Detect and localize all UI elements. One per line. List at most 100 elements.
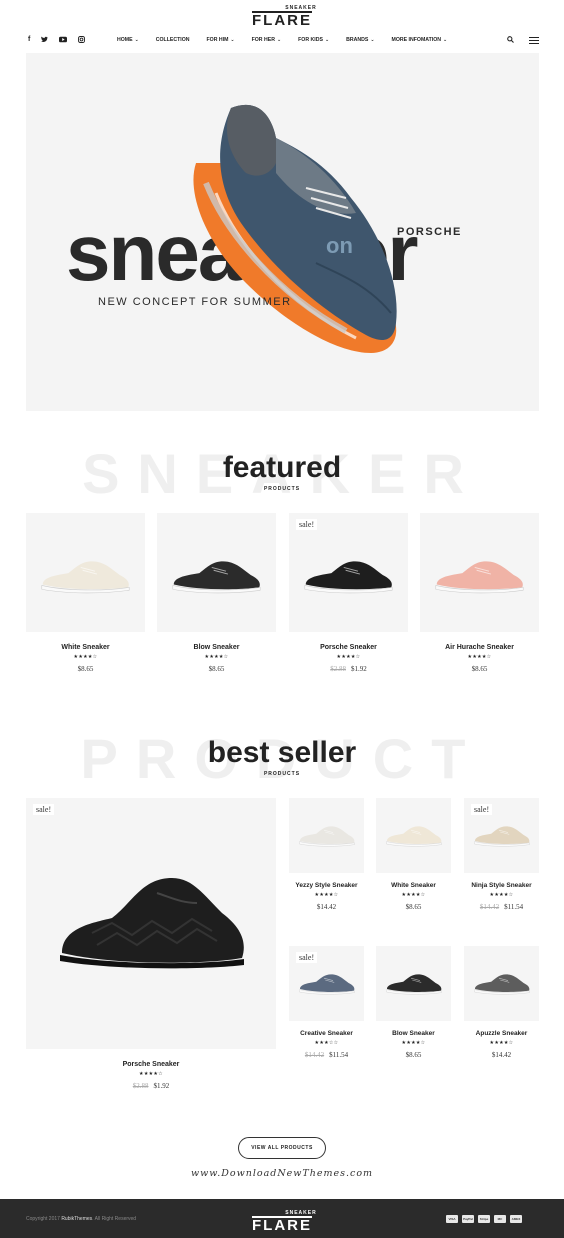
current-price: $11.54 xyxy=(329,1051,349,1059)
sneaker-image xyxy=(435,561,524,594)
featured-title: featured xyxy=(222,451,342,484)
chevron-down-icon: ⌄ xyxy=(443,37,448,43)
view-all-products-button[interactable]: VIEW ALL PRODUCTS xyxy=(238,1137,326,1159)
site-logo[interactable]: SNEAKER FLARE xyxy=(0,6,564,30)
product-image[interactable] xyxy=(289,798,364,873)
product-image[interactable] xyxy=(420,513,539,632)
product-name[interactable]: Ninja Style Sneaker xyxy=(464,882,539,889)
product-price: $2.88 $1.92 xyxy=(289,665,408,673)
primary-menu: HOME ⌄ COLLECTION FOR HIM ⌄ FOR HER ⌄ FOR K… xyxy=(117,37,464,43)
product-name[interactable]: Porsche Sneaker xyxy=(289,644,408,651)
product-name[interactable]: Blow Sneaker xyxy=(376,1030,451,1037)
facebook-icon[interactable]: f xyxy=(28,36,30,45)
sale-badge: sale! xyxy=(33,804,55,815)
product-price: $8.65 xyxy=(420,665,539,673)
menu-item-for-her[interactable]: FOR HER ⌄ xyxy=(252,37,282,43)
rating-stars: ★★★★☆ xyxy=(401,892,426,898)
product-price: $14.42 xyxy=(464,1051,539,1059)
sneaker-image xyxy=(386,974,442,995)
product-image[interactable] xyxy=(376,946,451,1021)
product-card[interactable]: White Sneaker ★★★★☆ $8.65 xyxy=(26,513,145,673)
rating-stars: ★★★★☆ xyxy=(204,654,229,660)
product-name[interactable]: White Sneaker xyxy=(26,644,145,651)
watermark-text: www.DownloadNewThemes.com xyxy=(190,1168,374,1179)
rating-stars: ★★★★☆ xyxy=(73,654,98,660)
product-image[interactable]: sale! xyxy=(464,798,539,873)
product-card[interactable]: White Sneaker ★★★★☆ $8.65 xyxy=(376,798,451,911)
rating-stars: ★★★★☆ xyxy=(336,654,361,660)
product-image[interactable] xyxy=(26,513,145,632)
product-image[interactable] xyxy=(376,798,451,873)
chevron-down-icon: ⌄ xyxy=(276,37,282,43)
search-icon[interactable] xyxy=(507,36,514,43)
chevron-down-icon: ⌄ xyxy=(370,37,375,43)
menu-item-more-information[interactable]: MORE INFOMATION ⌄ xyxy=(392,37,448,43)
sneaker-image xyxy=(304,561,393,594)
svg-text:on: on xyxy=(326,233,353,258)
product-image[interactable]: sale! xyxy=(289,513,408,632)
amex-icon: AMEX xyxy=(510,1215,522,1223)
hero-subtitle: NEW CONCEPT FOR SUMMER xyxy=(98,296,292,308)
product-image[interactable] xyxy=(157,513,276,632)
product-name[interactable]: Creative Sneaker xyxy=(289,1030,364,1037)
product-card[interactable]: Air Hurache Sneaker ★★★★☆ $8.65 xyxy=(420,513,539,673)
menu-item-for-kids[interactable]: FOR KIDS ⌄ xyxy=(298,37,329,43)
product-card[interactable]: Blow Sneaker ★★★★☆ $8.65 xyxy=(376,946,451,1059)
hero-sneaker-image: on xyxy=(193,104,397,353)
menu-item-for-him[interactable]: FOR HIM ⌄ xyxy=(206,37,234,43)
product-card[interactable]: sale! Ninja Style Sneaker ★★★★☆ $14.42 $11.5… xyxy=(464,798,539,911)
product-name[interactable]: Yezzy Style Sneaker xyxy=(289,882,364,889)
menu-item-home[interactable]: HOME ⌄ xyxy=(117,37,139,43)
menu-item-brands[interactable]: BRANDS ⌄ xyxy=(346,37,374,43)
sneaker-image xyxy=(474,974,530,995)
payment-icons: VISA PayPal Stripe MC AMEX xyxy=(446,1215,522,1223)
sneaker-image xyxy=(299,974,355,995)
rating-stars: ★★★★☆ xyxy=(489,892,514,898)
hero-brand-label: PORSCHE xyxy=(397,226,462,238)
current-price: $1.92 xyxy=(153,1082,170,1090)
site-footer: Copyright 2017 RubikThemes. All Right Re… xyxy=(0,1199,564,1238)
product-name[interactable]: White Sneaker xyxy=(376,882,451,889)
current-price: $11.54 xyxy=(504,903,524,911)
product-name[interactable]: Air Hurache Sneaker xyxy=(420,644,539,651)
product-name[interactable]: Porsche Sneaker xyxy=(26,1061,276,1068)
current-price: $14.42 xyxy=(491,1051,512,1059)
current-price: $14.42 xyxy=(316,903,337,911)
product-name[interactable]: Apuzzle Sneaker xyxy=(464,1030,539,1037)
product-card[interactable]: sale! Porsche Sneaker ★★★★☆ $2.88 $1.92 xyxy=(289,513,408,673)
product-image[interactable]: sale! xyxy=(289,946,364,1021)
rating-stars: ★★★★☆ xyxy=(314,892,339,898)
sneaker-image xyxy=(41,561,130,594)
product-card[interactable]: Apuzzle Sneaker ★★★★☆ $14.42 xyxy=(464,946,539,1059)
old-price: $2.88 xyxy=(330,665,346,673)
main-nav: f HOME ⌄ COLLECTION FOR HIM ⌄ FOR HER ⌄ FOR… xyxy=(0,33,564,47)
product-card[interactable]: Blow Sneaker ★★★★☆ $8.65 xyxy=(157,513,276,673)
paypal-icon: PayPal xyxy=(462,1215,474,1223)
product-price: $8.65 xyxy=(376,1051,451,1059)
twitter-icon[interactable] xyxy=(41,36,49,45)
product-price: $14.42 $11.54 xyxy=(289,1051,364,1059)
product-price: $8.65 xyxy=(376,903,451,911)
product-card-featured-large[interactable]: sale! Porsche Sneaker ★★★★☆ $2.88 $1.92 xyxy=(26,798,276,1090)
sneaker-image xyxy=(386,826,442,847)
chevron-down-icon: ⌄ xyxy=(230,37,235,43)
stripe-icon: Stripe xyxy=(478,1215,490,1223)
menu-icon[interactable] xyxy=(529,37,539,44)
product-card[interactable]: Yezzy Style Sneaker ★★★★☆ $14.42 xyxy=(289,798,364,911)
rating-stars: ★★★☆☆ xyxy=(314,1040,339,1046)
product-name[interactable]: Blow Sneaker xyxy=(157,644,276,651)
product-card[interactable]: sale! Creative Sneaker ★★★☆☆ $14.42 $11.54 xyxy=(289,946,364,1059)
old-price: $14.42 xyxy=(304,1051,325,1059)
hero-banner[interactable]: sneaker on PORSCHE NEW CONCEPT FOR SUMME… xyxy=(26,53,539,411)
rating-stars: ★★★★☆ xyxy=(401,1040,426,1046)
product-image[interactable] xyxy=(464,946,539,1021)
current-price: $8.65 xyxy=(405,1051,422,1059)
instagram-icon[interactable] xyxy=(78,36,86,45)
product-image[interactable]: sale! xyxy=(26,798,276,1049)
youtube-icon[interactable] xyxy=(59,36,68,45)
best-seller-title: best seller xyxy=(207,736,357,769)
rating-stars: ★★★★☆ xyxy=(139,1071,163,1077)
menu-item-collection[interactable]: COLLECTION xyxy=(156,37,190,43)
sneaker-image xyxy=(172,561,261,594)
sale-badge: sale! xyxy=(296,952,318,963)
